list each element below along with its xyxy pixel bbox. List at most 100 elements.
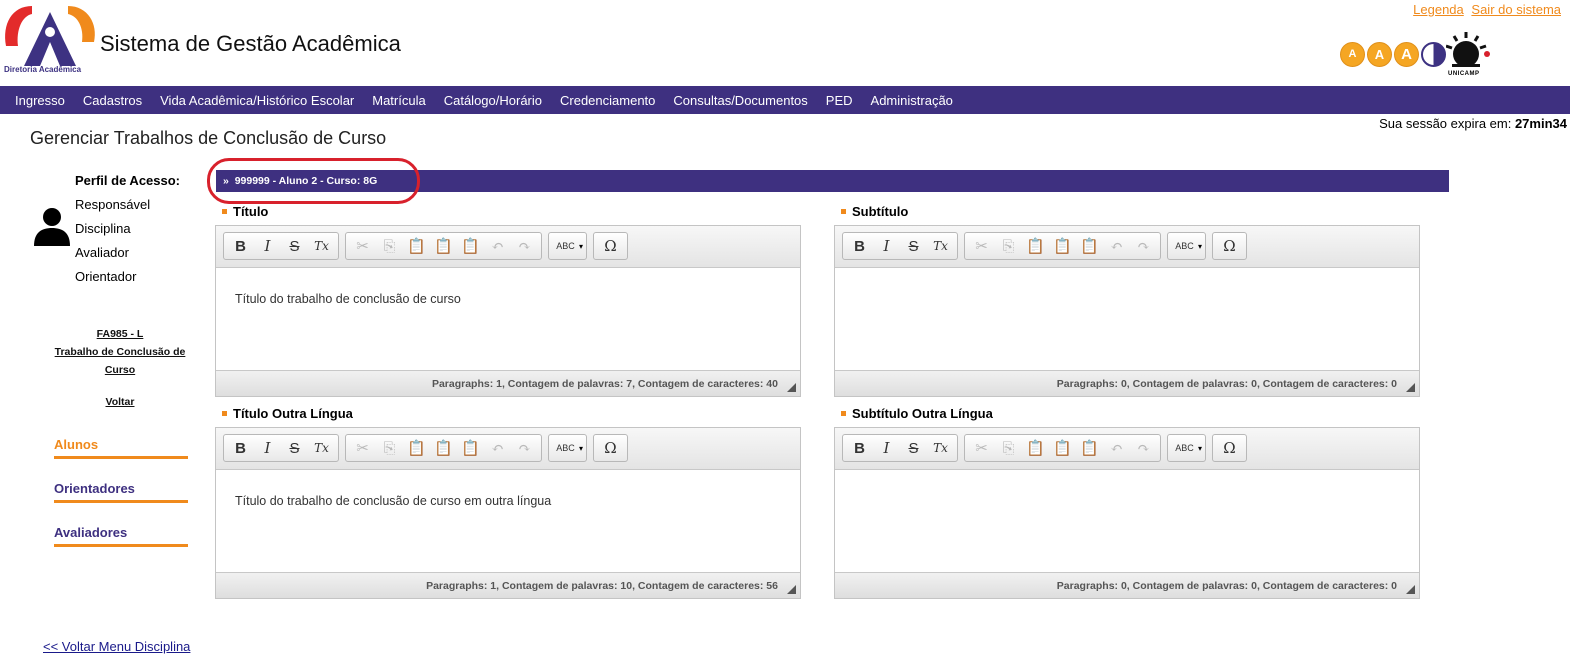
font-normal-button[interactable]: A (1367, 41, 1392, 67)
cut-icon[interactable]: ✂ (968, 437, 995, 459)
copy-icon[interactable]: ⎘ (995, 437, 1022, 459)
paste-icon[interactable]: 📋 (403, 235, 430, 257)
italic-button[interactable]: I (254, 437, 281, 459)
spellcheck-group: ABC ▾ (1167, 232, 1207, 260)
menu-ped[interactable]: PED (817, 93, 862, 108)
resize-handle-icon[interactable] (1406, 585, 1415, 594)
font-decrease-button[interactable]: A (1340, 41, 1365, 67)
special-char-button[interactable]: Ω (1216, 235, 1243, 257)
titulo-outra-content[interactable]: Título do trabalho de conclusão de curso… (216, 470, 800, 572)
disciplina-code-link[interactable]: FA985 - L (97, 328, 144, 340)
paste-word-icon[interactable]: 📋 (1076, 437, 1103, 459)
paste-word-icon[interactable]: 📋 (1076, 235, 1103, 257)
spellcheck-group: ABC ▾ (1167, 434, 1207, 462)
strike-button[interactable]: S (281, 437, 308, 459)
paste-text-icon[interactable]: 📋 (430, 437, 457, 459)
disciplina-name-link[interactable]: Trabalho de Conclusão de Curso (55, 346, 186, 376)
legenda-link[interactable]: Legenda (1413, 2, 1464, 17)
menu-vida-academica[interactable]: Vida Acadêmica/Histórico Escolar (151, 93, 363, 108)
sidebar-link-orientadores[interactable]: Orientadores (54, 481, 188, 503)
titulo-outra-editor: B I S Tx ✂ ⎘ 📋 📋 📋 ↶ ↷ ABC ▾ Ω Título do … (215, 427, 801, 599)
remove-format-button[interactable]: Tx (308, 235, 335, 257)
contrast-icon[interactable] (1421, 41, 1446, 67)
clipboard-group: ✂ ⎘ 📋 📋 📋 ↶ ↷ (964, 232, 1161, 260)
redo-icon[interactable]: ↷ (1130, 437, 1157, 459)
titulo-content[interactable]: Título do trabalho de conclusão de curso (216, 268, 800, 370)
paste-icon[interactable]: 📋 (1022, 235, 1049, 257)
cut-icon[interactable]: ✂ (349, 437, 376, 459)
bold-button[interactable]: B (227, 235, 254, 257)
bold-button[interactable]: B (227, 437, 254, 459)
voltar: Voltar (44, 396, 196, 408)
menu-credenciamento[interactable]: Credenciamento (551, 93, 664, 108)
clipboard-group: ✂ ⎘ 📋 📋 📋 ↶ ↷ (345, 232, 542, 260)
bold-button[interactable]: B (846, 437, 873, 459)
bold-button[interactable]: B (846, 235, 873, 257)
redo-icon[interactable]: ↷ (1130, 235, 1157, 257)
italic-button[interactable]: I (254, 235, 281, 257)
undo-icon[interactable]: ↶ (484, 437, 511, 459)
spellcheck-button[interactable]: ABC (552, 437, 579, 459)
spellcheck-button[interactable]: ABC (552, 235, 579, 257)
undo-icon[interactable]: ↶ (484, 235, 511, 257)
subtitulo-outra-content[interactable] (835, 470, 1419, 572)
menu-administracao[interactable]: Administração (862, 93, 962, 108)
paste-word-icon[interactable]: 📋 (457, 235, 484, 257)
logout-link[interactable]: Sair do sistema (1471, 2, 1561, 17)
cut-icon[interactable]: ✂ (349, 235, 376, 257)
spellcheck-button[interactable]: ABC (1171, 437, 1198, 459)
menu-matricula[interactable]: Matrícula (363, 93, 434, 108)
undo-icon[interactable]: ↶ (1103, 235, 1130, 257)
voltar-link[interactable]: Voltar (106, 396, 135, 408)
back-menu-link[interactable]: << Voltar Menu Disciplina (43, 639, 190, 654)
menu-consultas[interactable]: Consultas/Documentos (664, 93, 816, 108)
spellcheck-button[interactable]: ABC (1171, 235, 1198, 257)
remove-format-button[interactable]: Tx (308, 437, 335, 459)
format-group: B I S Tx (842, 232, 958, 260)
redo-icon[interactable]: ↷ (511, 437, 538, 459)
special-char-button[interactable]: Ω (597, 437, 624, 459)
paste-text-icon[interactable]: 📋 (1049, 437, 1076, 459)
paste-word-icon[interactable]: 📋 (457, 437, 484, 459)
font-increase-button[interactable]: A (1394, 41, 1419, 67)
sidebar-link-alunos[interactable]: Alunos (54, 437, 188, 459)
cut-icon[interactable]: ✂ (968, 235, 995, 257)
subtitulo-content[interactable] (835, 268, 1419, 370)
copy-icon[interactable]: ⎘ (376, 235, 403, 257)
editor-toolbar: B I S Tx ✂ ⎘ 📋 📋 📋 ↶ ↷ ABC ▾ Ω (835, 428, 1419, 470)
perfil-avaliador: Avaliador (75, 245, 129, 260)
menu-catalogo[interactable]: Catálogo/Horário (435, 93, 551, 108)
copy-icon[interactable]: ⎘ (995, 235, 1022, 257)
menu-ingresso[interactable]: Ingresso (6, 93, 74, 108)
strike-button[interactable]: S (900, 437, 927, 459)
resize-handle-icon[interactable] (787, 585, 796, 594)
special-char-group: Ω (1212, 434, 1248, 462)
resize-handle-icon[interactable] (1406, 383, 1415, 392)
italic-button[interactable]: I (873, 437, 900, 459)
remove-format-button[interactable]: Tx (927, 437, 954, 459)
paste-icon[interactable]: 📋 (403, 437, 430, 459)
undo-icon[interactable]: ↶ (1103, 437, 1130, 459)
user-icon (34, 208, 70, 246)
strike-button[interactable]: S (281, 235, 308, 257)
paste-text-icon[interactable]: 📋 (430, 235, 457, 257)
special-char-button[interactable]: Ω (1216, 437, 1243, 459)
resize-handle-icon[interactable] (787, 383, 796, 392)
copy-icon[interactable]: ⎘ (376, 437, 403, 459)
redo-icon[interactable]: ↷ (511, 235, 538, 257)
sidebar-link-avaliadores[interactable]: Avaliadores (54, 525, 188, 547)
paste-icon[interactable]: 📋 (1022, 437, 1049, 459)
special-char-group: Ω (593, 434, 629, 462)
clipboard-group: ✂ ⎘ 📋 📋 📋 ↶ ↷ (345, 434, 542, 462)
session-time: 27min34 (1514, 116, 1567, 131)
strike-button[interactable]: S (900, 235, 927, 257)
remove-format-button[interactable]: Tx (927, 235, 954, 257)
bullet-icon (841, 209, 846, 215)
italic-button[interactable]: I (873, 235, 900, 257)
clipboard-group: ✂ ⎘ 📋 📋 📋 ↶ ↷ (964, 434, 1161, 462)
menu-cadastros[interactable]: Cadastros (74, 93, 151, 108)
format-group: B I S Tx (223, 434, 339, 462)
special-char-button[interactable]: Ω (597, 235, 624, 257)
paste-text-icon[interactable]: 📋 (1049, 235, 1076, 257)
subtitulo-outra-editor: B I S Tx ✂ ⎘ 📋 📋 📋 ↶ ↷ ABC ▾ Ω Paragraphs… (834, 427, 1420, 599)
